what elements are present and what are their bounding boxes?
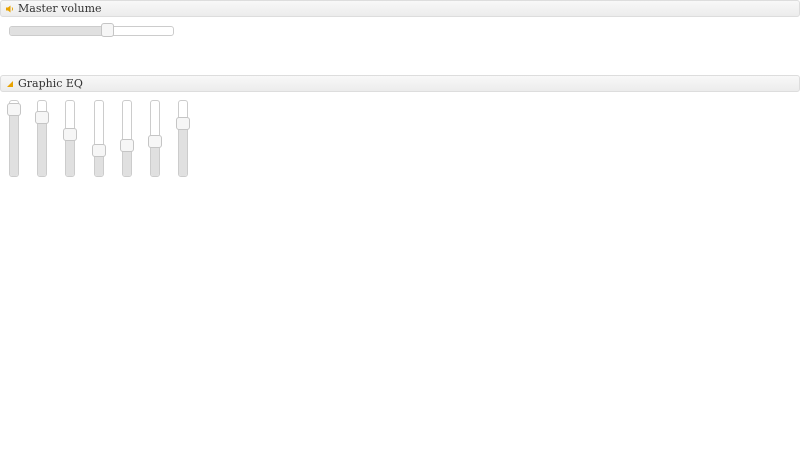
eq-band-handle[interactable]: [35, 111, 49, 125]
eq-band-fill: [38, 118, 46, 176]
eq-band-slider-5[interactable]: [120, 100, 134, 177]
master-volume-fill: [10, 27, 108, 35]
eq-band-handle[interactable]: [176, 116, 190, 130]
graphic-eq-title: Graphic EQ: [18, 77, 83, 90]
eq-band-handle[interactable]: [7, 103, 21, 116]
equalizer-icon: [4, 78, 16, 90]
master-volume-header[interactable]: Master volume: [0, 0, 800, 17]
eq-band-slider-1[interactable]: [7, 100, 21, 177]
eq-band-slider-6[interactable]: [148, 100, 162, 177]
eq-band-fill: [66, 134, 74, 176]
eq-band-slider-2[interactable]: [35, 100, 49, 177]
eq-band-handle[interactable]: [120, 139, 134, 152]
eq-band-handle[interactable]: [148, 135, 162, 149]
eq-band-slider-3[interactable]: [63, 100, 77, 177]
master-volume-slider[interactable]: [9, 23, 174, 37]
eq-band-fill: [179, 123, 187, 176]
eq-band-slider-7[interactable]: [176, 100, 190, 177]
speaker-icon: [4, 3, 16, 15]
eq-band-handle[interactable]: [92, 144, 106, 158]
eq-band-fill: [10, 110, 18, 176]
master-volume-handle[interactable]: [100, 23, 114, 37]
eq-band-slider-4[interactable]: [92, 100, 106, 177]
master-volume-title: Master volume: [18, 2, 102, 15]
graphic-eq-header[interactable]: Graphic EQ: [0, 75, 800, 92]
eq-band-handle[interactable]: [63, 127, 77, 141]
